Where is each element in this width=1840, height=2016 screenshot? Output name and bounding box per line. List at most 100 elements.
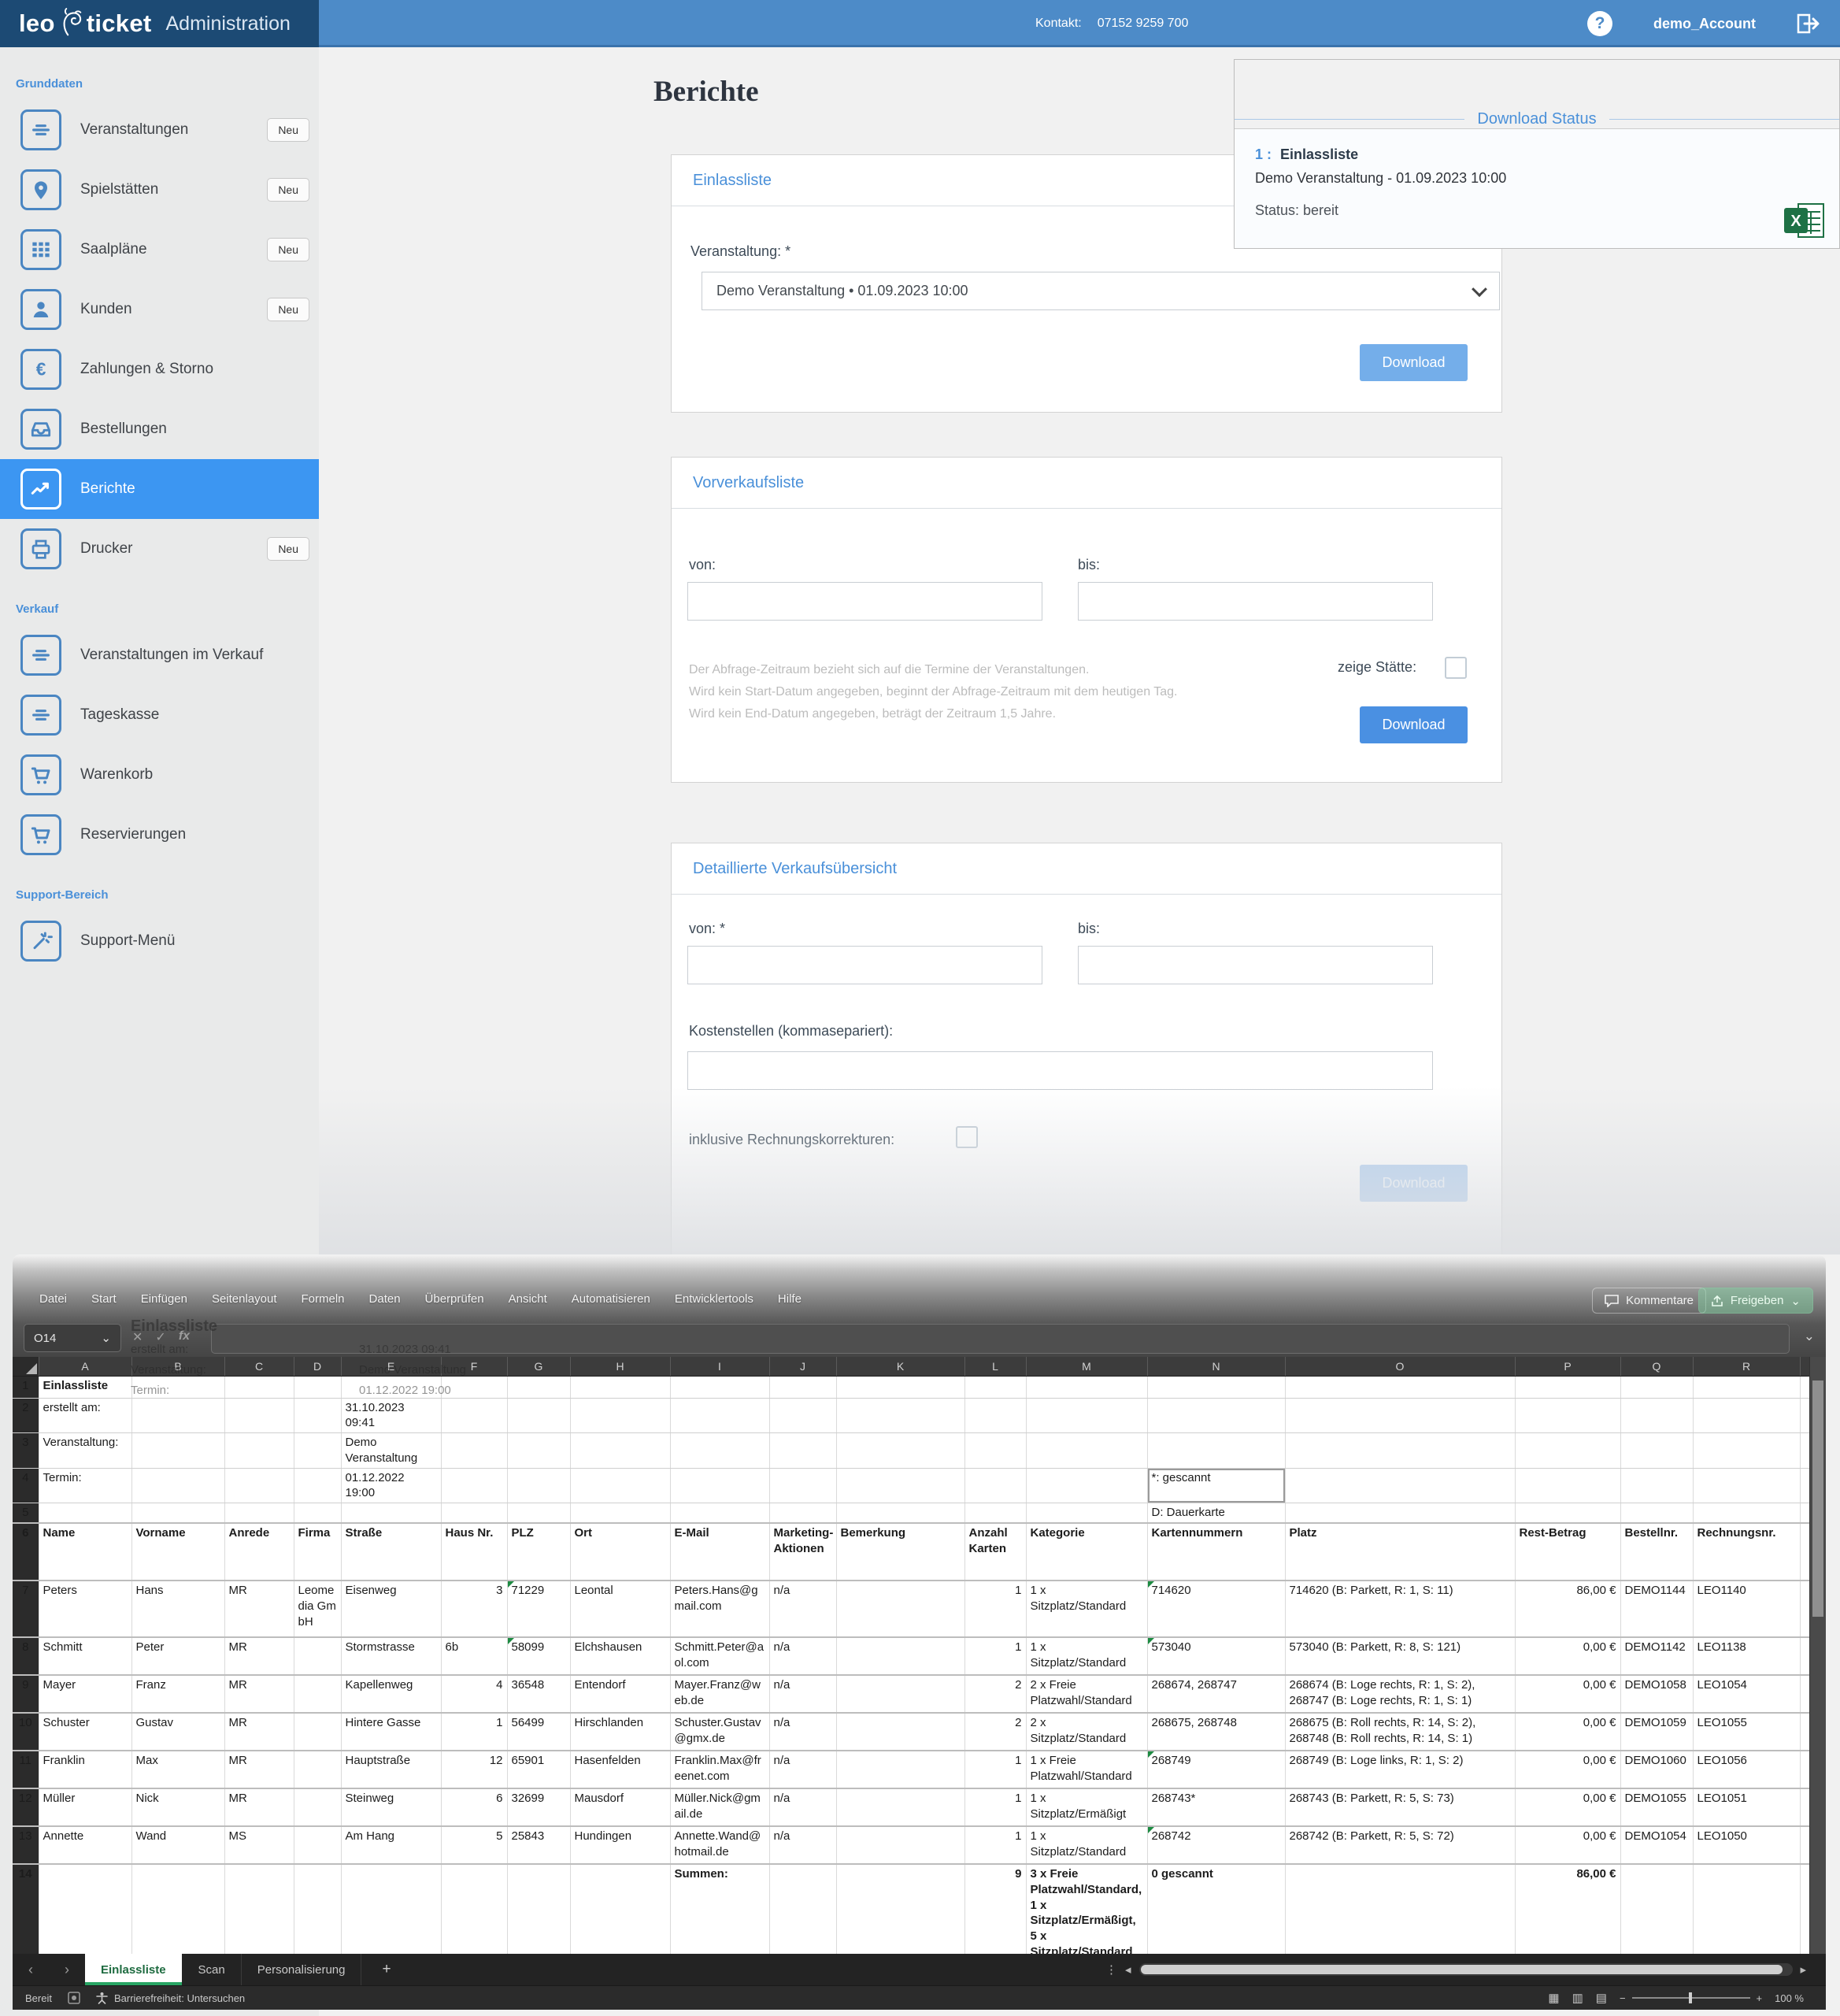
scroll-left-icon[interactable]: ◂	[1125, 1962, 1131, 1977]
sidebar-item-veranstaltungen-im-verkauf[interactable]: Veranstaltungen im Verkauf	[0, 625, 319, 685]
cell-D5[interactable]	[294, 1503, 341, 1523]
cell-L6[interactable]: Anzahl Karten	[964, 1523, 1026, 1581]
cell-M10[interactable]: 2 x Sitzplatz/Standard	[1026, 1713, 1147, 1751]
cell-N7[interactable]: 714620	[1147, 1581, 1285, 1637]
neu-badge[interactable]: Neu	[267, 298, 309, 321]
cell-Q8[interactable]: DEMO1142	[1620, 1637, 1693, 1675]
cell-I5[interactable]	[670, 1503, 769, 1523]
cell-A12[interactable]: Müller	[39, 1788, 131, 1826]
cell-J2[interactable]	[769, 1398, 836, 1433]
cell-I6[interactable]: E-Mail	[670, 1523, 769, 1581]
cell-D3[interactable]	[294, 1433, 341, 1469]
menu-datei[interactable]: Datei	[39, 1292, 67, 1306]
cell-E2[interactable]: 31.10.2023 09:41	[341, 1398, 441, 1433]
cell-F6[interactable]: Haus Nr.	[441, 1523, 507, 1581]
cell-A11[interactable]: Franklin	[39, 1751, 131, 1788]
cell-P5[interactable]	[1515, 1503, 1620, 1523]
bis-date-input[interactable]	[1078, 582, 1433, 621]
cell-B14[interactable]	[131, 1864, 224, 1966]
sidebar-item-saalpläne[interactable]: SaalpläneNeu	[0, 220, 319, 280]
cell-H5[interactable]	[570, 1503, 670, 1523]
cell-B12[interactable]: Nick	[131, 1788, 224, 1826]
cell-C6[interactable]: Anrede	[224, 1523, 294, 1581]
cell-Q9[interactable]: DEMO1058	[1620, 1675, 1693, 1713]
cell-K8[interactable]	[836, 1637, 964, 1675]
cell-L8[interactable]: 1	[964, 1637, 1026, 1675]
column-header-K[interactable]: K	[836, 1357, 964, 1376]
cell-C1[interactable]	[224, 1376, 294, 1398]
cell-I13[interactable]: Annette.Wand@hotmail.de	[670, 1826, 769, 1864]
cell-A4[interactable]: Termin:	[39, 1468, 131, 1503]
accessibility-status[interactable]: Barrierefreiheit: Untersuchen	[96, 1992, 245, 2004]
cell-A3[interactable]: Veranstaltung:	[39, 1433, 131, 1469]
page-layout-view-icon[interactable]: ▥	[1572, 1991, 1583, 2005]
cell-O9[interactable]: 268674 (B: Loge rechts, R: 1, S: 2), 268…	[1285, 1675, 1515, 1713]
cell-F3[interactable]	[441, 1433, 507, 1469]
account-menu[interactable]: demo_Account	[1653, 0, 1756, 47]
cell-P6[interactable]: Rest-Betrag	[1515, 1523, 1620, 1581]
cell-C12[interactable]: MR	[224, 1788, 294, 1826]
cell-H9[interactable]: Entendorf	[570, 1675, 670, 1713]
cell-F2[interactable]	[441, 1398, 507, 1433]
vorverkaufsliste-download-button[interactable]: Download	[1360, 706, 1468, 743]
cell-M6[interactable]: Kategorie	[1026, 1523, 1147, 1581]
vertical-scrollbar-thumb[interactable]	[1812, 1380, 1823, 1617]
cell-R7[interactable]: LEO1140	[1693, 1581, 1800, 1637]
cell-E5[interactable]	[341, 1503, 441, 1523]
cell-J8[interactable]: n/a	[769, 1637, 836, 1675]
cell-F8[interactable]: 6b	[441, 1637, 507, 1675]
cell-C2[interactable]	[224, 1398, 294, 1433]
cell-R2[interactable]	[1693, 1398, 1800, 1433]
cell-Q12[interactable]: DEMO1055	[1620, 1788, 1693, 1826]
sidebar-item-bestellungen[interactable]: Bestellungen	[0, 399, 319, 459]
neu-badge[interactable]: Neu	[267, 118, 309, 142]
cell-H1[interactable]	[570, 1376, 670, 1398]
cell-K7[interactable]	[836, 1581, 964, 1637]
cell-K2[interactable]	[836, 1398, 964, 1433]
cell-G13[interactable]: 25843	[507, 1826, 570, 1864]
column-header-D[interactable]: D	[294, 1357, 341, 1376]
cell-H10[interactable]: Hirschlanden	[570, 1713, 670, 1751]
menu-automatisieren[interactable]: Automatisieren	[572, 1292, 650, 1306]
macro-record-icon[interactable]	[68, 1992, 80, 2004]
cell-C9[interactable]: MR	[224, 1675, 294, 1713]
cell-D11[interactable]	[294, 1751, 341, 1788]
column-header-O[interactable]: O	[1285, 1357, 1515, 1376]
cell-D6[interactable]: Firma	[294, 1523, 341, 1581]
cell-G6[interactable]: PLZ	[507, 1523, 570, 1581]
enter-icon[interactable]: ✓	[155, 1329, 165, 1345]
cell-R5[interactable]	[1693, 1503, 1800, 1523]
cell-E1[interactable]	[341, 1376, 441, 1398]
cell-G8[interactable]: 58099	[507, 1637, 570, 1675]
cell-M12[interactable]: 1 x Sitzplatz/Ermäßigt	[1026, 1788, 1147, 1826]
cell-O6[interactable]: Platz	[1285, 1523, 1515, 1581]
cell-J13[interactable]: n/a	[769, 1826, 836, 1864]
row-header-1[interactable]: 1	[13, 1376, 39, 1398]
cell-L2[interactable]	[964, 1398, 1026, 1433]
cell-G12[interactable]: 32699	[507, 1788, 570, 1826]
cell-F7[interactable]: 3	[441, 1581, 507, 1637]
page-break-view-icon[interactable]: ▤	[1596, 1991, 1607, 2005]
cell-L12[interactable]: 1	[964, 1788, 1026, 1826]
cell-M8[interactable]: 1 x Sitzplatz/Standard	[1026, 1637, 1147, 1675]
name-box[interactable]: O14 ⌄	[24, 1324, 121, 1352]
cell-N8[interactable]: 573040	[1147, 1637, 1285, 1675]
sidebar-item-berichte[interactable]: Berichte	[0, 459, 319, 519]
cell-J12[interactable]: n/a	[769, 1788, 836, 1826]
cell-E3[interactable]: Demo Veranstaltung	[341, 1433, 441, 1469]
cell-O11[interactable]: 268749 (B: Loge links, R: 1, S: 2)	[1285, 1751, 1515, 1788]
sheet-tab-personalisierung[interactable]: Personalisierung	[242, 1954, 362, 1985]
row-header-2[interactable]: 2	[13, 1398, 39, 1433]
cell-L3[interactable]	[964, 1433, 1026, 1469]
cell-P10[interactable]: 0,00 €	[1515, 1713, 1620, 1751]
normal-view-icon[interactable]: ▦	[1548, 1991, 1559, 2005]
cell-D8[interactable]	[294, 1637, 341, 1675]
cell-H7[interactable]: Leontal	[570, 1581, 670, 1637]
column-header-C[interactable]: C	[224, 1357, 294, 1376]
cell-M1[interactable]	[1026, 1376, 1147, 1398]
cell-L11[interactable]: 1	[964, 1751, 1026, 1788]
cell-G4[interactable]	[507, 1468, 570, 1503]
column-header-E[interactable]: E	[341, 1357, 441, 1376]
cell-H13[interactable]: Hundingen	[570, 1826, 670, 1864]
cell-P12[interactable]: 0,00 €	[1515, 1788, 1620, 1826]
